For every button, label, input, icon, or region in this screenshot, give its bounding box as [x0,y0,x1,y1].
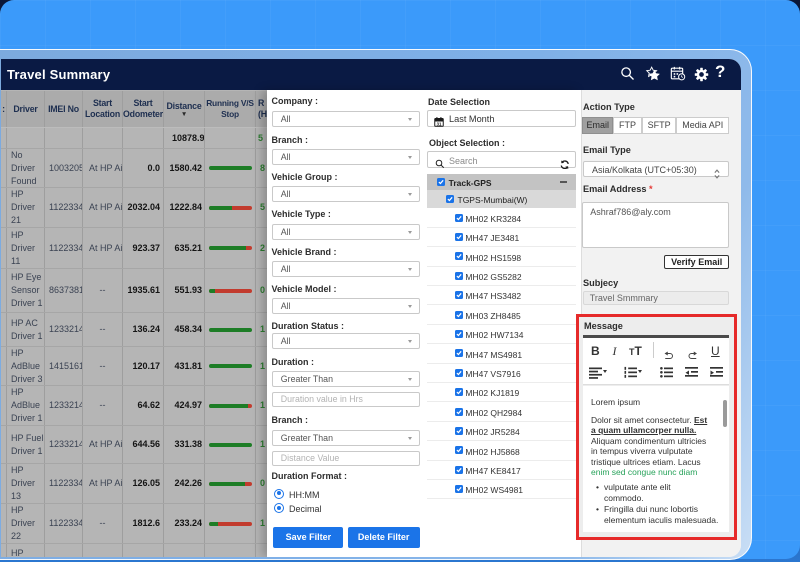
svg-text:31: 31 [437,121,442,126]
